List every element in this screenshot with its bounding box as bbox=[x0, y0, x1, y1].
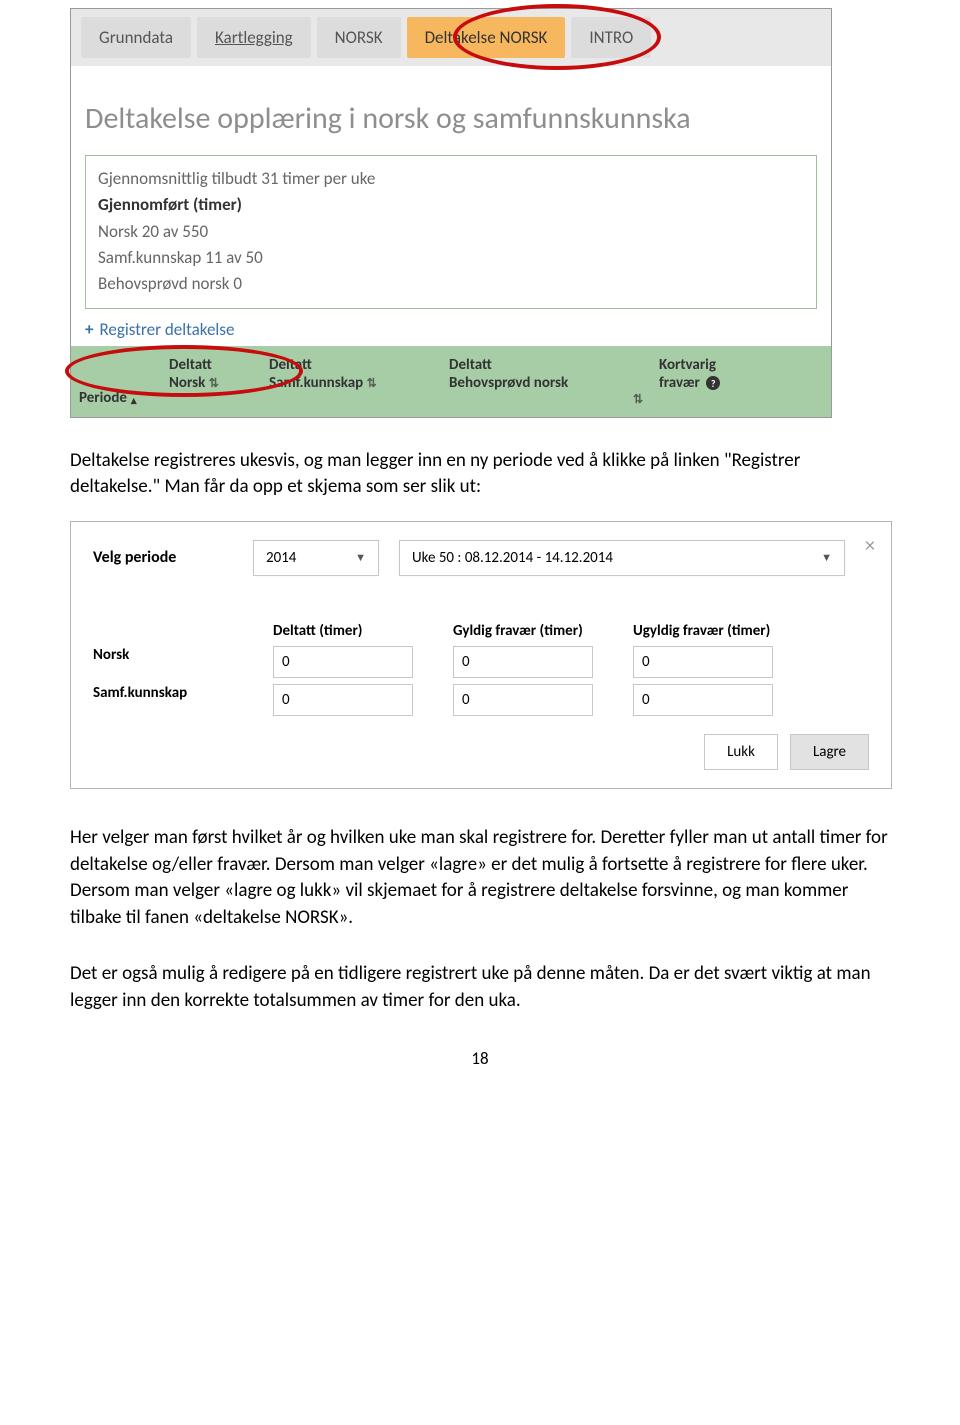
table-header: Periode ▴ Deltatt Norsk ⇅ Deltatt Samf.k… bbox=[71, 346, 831, 417]
col-gyldig: Gyldig fravær (timer) bbox=[453, 622, 613, 640]
stat-avg: Gjennomsnittlig tilbudt 31 timer per uke bbox=[98, 166, 804, 192]
header-deltatt-samf[interactable]: Deltatt Samf.kunnskap ⇅ bbox=[261, 346, 441, 417]
samf-deltatt-input[interactable]: 0 bbox=[273, 684, 413, 716]
screenshot-register-form: × Velg periode 2014▼ Uke 50 : 08.12.2014… bbox=[70, 521, 892, 789]
tab-kartlegging[interactable]: Kartlegging bbox=[197, 17, 311, 58]
samf-gyldig-input[interactable]: 0 bbox=[453, 684, 593, 716]
norsk-ugyldig-input[interactable]: 0 bbox=[633, 646, 773, 678]
samf-ugyldig-input[interactable]: 0 bbox=[633, 684, 773, 716]
tab-row: Grunndata Kartlegging NORSK Deltakelse N… bbox=[71, 9, 831, 66]
register-deltakelse-link[interactable]: + Registrer deltakelse bbox=[85, 319, 817, 340]
tab-grunndata[interactable]: Grunndata bbox=[81, 17, 191, 58]
body-paragraph-1: Deltakelse registreres ukesvis, og man l… bbox=[70, 448, 890, 501]
velg-periode-label: Velg periode bbox=[93, 548, 233, 567]
stat-behov: Behovsprøvd norsk 0 bbox=[98, 271, 804, 297]
row-samf: Samf.kunnskap bbox=[93, 684, 253, 716]
help-icon[interactable]: ? bbox=[706, 376, 720, 390]
norsk-gyldig-input[interactable]: 0 bbox=[453, 646, 593, 678]
header-kortvarig-fravaer[interactable]: Kortvarig fravær ? bbox=[651, 346, 831, 417]
tab-intro[interactable]: INTRO bbox=[571, 17, 651, 58]
week-select[interactable]: Uke 50 : 08.12.2014 - 14.12.2014▼ bbox=[399, 540, 845, 576]
body-paragraph-2: Her velger man først hvilket år og hvilk… bbox=[70, 825, 890, 931]
chevron-down-icon: ▼ bbox=[821, 551, 832, 564]
stat-section: Gjennomført (timer) bbox=[98, 192, 804, 218]
header-periode[interactable]: Periode ▴ bbox=[71, 346, 161, 417]
sort-icon: ⇅ bbox=[367, 377, 377, 391]
lagre-button[interactable]: Lagre bbox=[790, 734, 869, 770]
row-norsk: Norsk bbox=[93, 646, 253, 678]
sort-icon: ⇅ bbox=[449, 392, 643, 407]
stat-samf: Samf.kunnskap 11 av 50 bbox=[98, 245, 804, 271]
tab-deltakelse-norsk[interactable]: Deltakelse NORSK bbox=[407, 17, 566, 58]
tab-norsk[interactable]: NORSK bbox=[317, 17, 401, 58]
stats-box: Gjennomsnittlig tilbudt 31 timer per uke… bbox=[85, 155, 817, 309]
header-deltatt-norsk[interactable]: Deltatt Norsk ⇅ bbox=[161, 346, 261, 417]
close-icon[interactable]: × bbox=[865, 534, 875, 558]
page-number: 18 bbox=[70, 1048, 890, 1069]
stat-norsk: Norsk 20 av 550 bbox=[98, 219, 804, 245]
page-title: Deltakelse opplæring i norsk og samfunns… bbox=[71, 66, 831, 155]
col-ugyldig: Ugyldig fravær (timer) bbox=[633, 622, 793, 640]
chevron-down-icon: ▼ bbox=[355, 551, 366, 564]
lukk-button[interactable]: Lukk bbox=[704, 734, 778, 770]
year-select[interactable]: 2014▼ bbox=[253, 540, 379, 576]
hours-grid: Deltatt (timer) Gyldig fravær (timer) Ug… bbox=[71, 622, 891, 734]
sort-icon: ▴ bbox=[131, 394, 137, 407]
header-deltatt-behov[interactable]: Deltatt Behovsprøvd norsk ⇅ bbox=[441, 346, 651, 417]
register-link-label: Registrer deltakelse bbox=[99, 319, 234, 340]
plus-icon: + bbox=[85, 319, 93, 340]
body-paragraph-3: Det er også mulig å redigere på en tidli… bbox=[70, 961, 890, 1014]
col-deltatt: Deltatt (timer) bbox=[273, 622, 433, 640]
screenshot-deltakelse-tabs: Grunndata Kartlegging NORSK Deltakelse N… bbox=[70, 8, 832, 418]
norsk-deltatt-input[interactable]: 0 bbox=[273, 646, 413, 678]
sort-icon: ⇅ bbox=[209, 377, 219, 391]
